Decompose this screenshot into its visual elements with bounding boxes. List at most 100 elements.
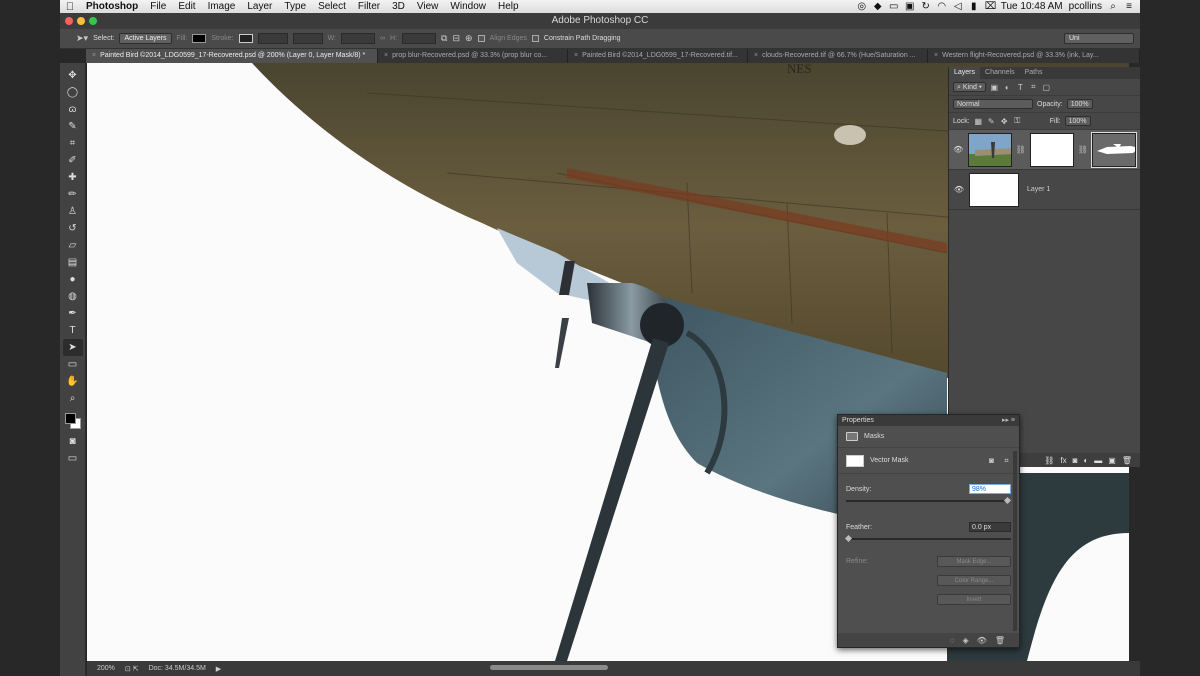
fill-field[interactable]: 100% bbox=[1064, 116, 1091, 126]
close-tab-icon[interactable]: × bbox=[92, 52, 96, 59]
stroke-swatch[interactable] bbox=[238, 34, 253, 43]
path-selection-preset-icon[interactable]: ➤▾ bbox=[76, 33, 88, 44]
hand-icon[interactable]: ✋ bbox=[63, 373, 83, 390]
creative-cloud-icon[interactable]: ◎ bbox=[857, 1, 867, 12]
workspace-dropdown[interactable]: Uni bbox=[1064, 33, 1134, 44]
fill-swatch[interactable] bbox=[192, 34, 207, 43]
display-icon[interactable]: ▭ bbox=[889, 1, 899, 12]
filter-kind-dropdown[interactable]: ⌕ Kind ▾ bbox=[953, 82, 986, 92]
tab-western-flight[interactable]: × Western flight-Recovered.psd @ 33.3% (i… bbox=[928, 49, 1140, 63]
filter-smart-object-icon[interactable]: ▢ bbox=[1042, 83, 1051, 92]
layer-row-1[interactable]: 👁 Layer 1 bbox=[949, 170, 1140, 210]
dodge-icon[interactable]: ◍ bbox=[63, 288, 83, 305]
visibility-eye-icon[interactable]: 👁 bbox=[953, 145, 964, 154]
path-operations-icon[interactable]: ⧉ bbox=[441, 33, 447, 44]
history-brush-icon[interactable]: ↺ bbox=[63, 220, 83, 237]
horizontal-scrollbar[interactable] bbox=[490, 665, 608, 670]
menu-filter[interactable]: Filter bbox=[352, 1, 386, 12]
layer-name[interactable]: Layer 1 bbox=[1027, 186, 1050, 193]
eyedropper-icon[interactable]: ✐ bbox=[63, 152, 83, 169]
status-window-icon[interactable]: ⊡ ⇱ bbox=[125, 665, 139, 673]
volume-icon[interactable]: ◁ bbox=[953, 1, 963, 12]
tab-prop-blur[interactable]: × prop blur-Recovered.psd @ 33.3% (prop b… bbox=[378, 49, 568, 63]
lasso-icon[interactable]: ɷ bbox=[63, 101, 83, 118]
menu-view[interactable]: View bbox=[411, 1, 445, 12]
density-slider-knob[interactable] bbox=[1003, 496, 1011, 505]
visibility-eye-icon[interactable]: 👁 bbox=[953, 185, 965, 194]
quick-mask-icon[interactable]: ◙ bbox=[63, 433, 83, 450]
feather-slider-knob[interactable] bbox=[844, 534, 853, 543]
stroke-width-field[interactable] bbox=[257, 33, 288, 44]
feather-slider[interactable] bbox=[844, 534, 1011, 543]
path-selection-icon[interactable]: ➤ bbox=[62, 339, 83, 356]
density-field[interactable]: 98% bbox=[969, 484, 1011, 494]
menu-photoshop[interactable]: Photoshop bbox=[80, 1, 144, 12]
spotlight-icon[interactable]: ⌕ bbox=[1108, 1, 1118, 12]
path-alignment-icon[interactable]: ⊟ bbox=[452, 33, 460, 44]
stroke-type-dropdown[interactable] bbox=[292, 33, 323, 44]
toggle-mask-visibility-icon[interactable]: 👁 bbox=[977, 636, 987, 645]
lock-transparent-icon[interactable]: ▦ bbox=[974, 117, 983, 126]
elliptical-marquee-icon[interactable]: ◯ bbox=[63, 84, 83, 101]
filter-type-icon[interactable]: T bbox=[1016, 83, 1025, 92]
minimize-window-icon[interactable] bbox=[77, 17, 85, 25]
battery-icon[interactable]: ▮ bbox=[969, 1, 979, 12]
layer-thumbnail[interactable] bbox=[969, 172, 1019, 207]
tab-channels[interactable]: Channels bbox=[980, 67, 1020, 79]
width-field[interactable] bbox=[341, 33, 376, 44]
apply-mask-icon[interactable]: ◈ bbox=[963, 636, 969, 645]
blend-mode-dropdown[interactable]: Normal bbox=[953, 99, 1033, 109]
foreground-color-swatch[interactable] bbox=[64, 413, 76, 424]
group-icon[interactable]: ▬ bbox=[1094, 456, 1102, 465]
filter-adjustment-icon[interactable]: ◐ bbox=[1003, 83, 1012, 92]
menu-select[interactable]: Select bbox=[312, 1, 352, 12]
menu-file[interactable]: File bbox=[144, 1, 172, 12]
menu-layer[interactable]: Layer bbox=[241, 1, 278, 12]
delete-mask-icon[interactable]: 🗑 bbox=[995, 636, 1005, 645]
properties-scrollbar[interactable] bbox=[1013, 451, 1017, 631]
eraser-icon[interactable]: ▱ bbox=[63, 237, 83, 254]
menubar-user[interactable]: pcollins bbox=[1069, 1, 1102, 12]
zoom-level[interactable]: 200% bbox=[97, 665, 115, 672]
menubar-clock[interactable]: Tue 10:48 AM bbox=[1001, 1, 1063, 12]
color-range-button[interactable]: Color Range... bbox=[937, 574, 1011, 586]
zoom-window-icon[interactable] bbox=[89, 17, 97, 25]
brush-icon[interactable]: ✏ bbox=[63, 186, 83, 203]
link-dimensions-icon[interactable]: ∞ bbox=[380, 35, 385, 42]
apple-icon[interactable]:  bbox=[60, 1, 80, 13]
layer-mask-thumbnail[interactable] bbox=[1029, 132, 1074, 167]
close-tab-icon[interactable]: × bbox=[574, 52, 578, 59]
lock-all-icon[interactable]: ⚿ bbox=[1013, 116, 1022, 126]
menu-type[interactable]: Type bbox=[278, 1, 312, 12]
feather-field[interactable]: 0.0 px bbox=[969, 522, 1011, 532]
airplay-icon[interactable]: ▣ bbox=[905, 1, 915, 12]
link-layers-icon[interactable]: ⛓ bbox=[1044, 456, 1054, 465]
healing-brush-icon[interactable]: ✚ bbox=[63, 169, 83, 186]
wifi-icon[interactable]: ◠ bbox=[937, 1, 947, 12]
tab-paths[interactable]: Paths bbox=[1020, 67, 1048, 79]
menu-edit[interactable]: Edit bbox=[172, 1, 201, 12]
mask-edge-button[interactable]: Mask Edge... bbox=[937, 555, 1011, 567]
rectangle-shape-icon[interactable]: ▭ bbox=[63, 356, 83, 373]
tab-painted-bird-psd[interactable]: × Painted Bird ©2014_LDG0599_17-Recovered… bbox=[86, 49, 378, 63]
filter-shape-icon[interactable]: ⌗ bbox=[1029, 82, 1038, 92]
vector-mask-link-icon[interactable]: ⛓ bbox=[1078, 145, 1088, 154]
path-arrangement-icon[interactable]: ⊕ bbox=[465, 33, 473, 44]
opacity-field[interactable]: 100% bbox=[1066, 99, 1093, 109]
quick-select-icon[interactable]: ✎ bbox=[63, 118, 83, 135]
load-selection-icon[interactable]: ◌ bbox=[950, 636, 955, 645]
menu-3d[interactable]: 3D bbox=[386, 1, 411, 12]
tab-painted-bird-tif[interactable]: × Painted Bird ©2014_LDG0599_17-Recovered… bbox=[568, 49, 748, 63]
density-slider[interactable] bbox=[846, 496, 1011, 505]
screen-mode-icon[interactable]: ▭ bbox=[63, 450, 83, 467]
tab-layers[interactable]: Layers bbox=[949, 67, 981, 79]
delete-layer-icon[interactable]: 🗑 bbox=[1122, 456, 1132, 465]
type-icon[interactable]: T bbox=[63, 322, 83, 339]
vector-mask-thumbnail[interactable] bbox=[1090, 131, 1138, 168]
gradient-icon[interactable]: ▤ bbox=[63, 254, 83, 271]
pen-icon[interactable]: ✒ bbox=[63, 305, 83, 322]
invert-button[interactable]: Invert bbox=[937, 593, 1011, 605]
menu-image[interactable]: Image bbox=[202, 1, 242, 12]
blur-icon[interactable]: ● bbox=[63, 271, 83, 288]
clone-stamp-icon[interactable]: ♙ bbox=[63, 203, 83, 220]
